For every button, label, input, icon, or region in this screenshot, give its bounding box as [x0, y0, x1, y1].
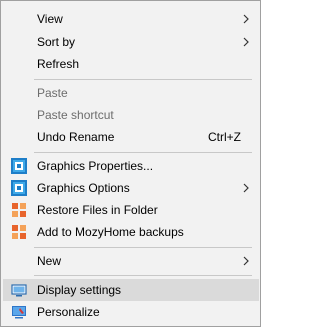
menu-item-label: New [37, 254, 62, 268]
menu-separator [34, 247, 252, 248]
menu-separator [34, 275, 252, 276]
chevron-right-icon [243, 37, 249, 47]
menu-item-label: View [37, 12, 63, 26]
menu-item-add-to-mozyhome[interactable]: Add to MozyHome backups [3, 221, 259, 243]
intel-graphics-icon [11, 180, 27, 196]
menu-item-label: Paste shortcut [37, 108, 114, 122]
menu-item-graphics-properties[interactable]: Graphics Properties... [3, 155, 259, 177]
menu-item-refresh[interactable]: Refresh [3, 53, 259, 75]
personalize-icon [12, 306, 26, 319]
menu-item-shortcut: Ctrl+Z [208, 130, 241, 144]
menu-item-label: Undo Rename [37, 130, 115, 144]
chevron-right-icon [243, 183, 249, 193]
menu-item-personalize[interactable]: Personalize [3, 301, 259, 323]
menu-item-label: Add to MozyHome backups [37, 225, 184, 239]
menu-item-label: Graphics Options [37, 181, 130, 195]
menu-item-display-settings[interactable]: Display settings [3, 279, 259, 301]
chevron-right-icon [243, 14, 249, 24]
menu-item-view[interactable]: View [3, 8, 259, 30]
intel-graphics-icon [11, 158, 27, 174]
menu-item-label: Refresh [37, 57, 80, 71]
chevron-right-icon [243, 256, 249, 266]
mozy-icon [12, 225, 26, 239]
menu-item-undo-rename[interactable]: Undo Rename Ctrl+Z [3, 126, 259, 148]
menu-item-restore-files[interactable]: Restore Files in Folder [3, 199, 259, 221]
menu-item-label: Personalize [37, 305, 100, 319]
menu-item-label: Paste [37, 86, 68, 100]
menu-separator [34, 79, 252, 80]
menu-item-sort-by[interactable]: Sort by [3, 31, 259, 53]
menu-item-paste: Paste [3, 82, 259, 104]
menu-item-label: Graphics Properties... [37, 159, 154, 173]
mozy-icon [12, 203, 26, 217]
menu-item-label: Display settings [37, 283, 122, 297]
menu-item-graphics-options[interactable]: Graphics Options [3, 177, 259, 199]
menu-item-label: Restore Files in Folder [37, 203, 158, 217]
menu-separator [34, 152, 252, 153]
menu-item-paste-shortcut: Paste shortcut [3, 104, 259, 126]
menu-item-label: Sort by [37, 35, 76, 49]
display-icon [11, 284, 27, 297]
menu-item-new[interactable]: New [3, 250, 259, 272]
desktop-context-menu: View Sort by Refresh Paste Paste shortcu… [0, 0, 261, 327]
